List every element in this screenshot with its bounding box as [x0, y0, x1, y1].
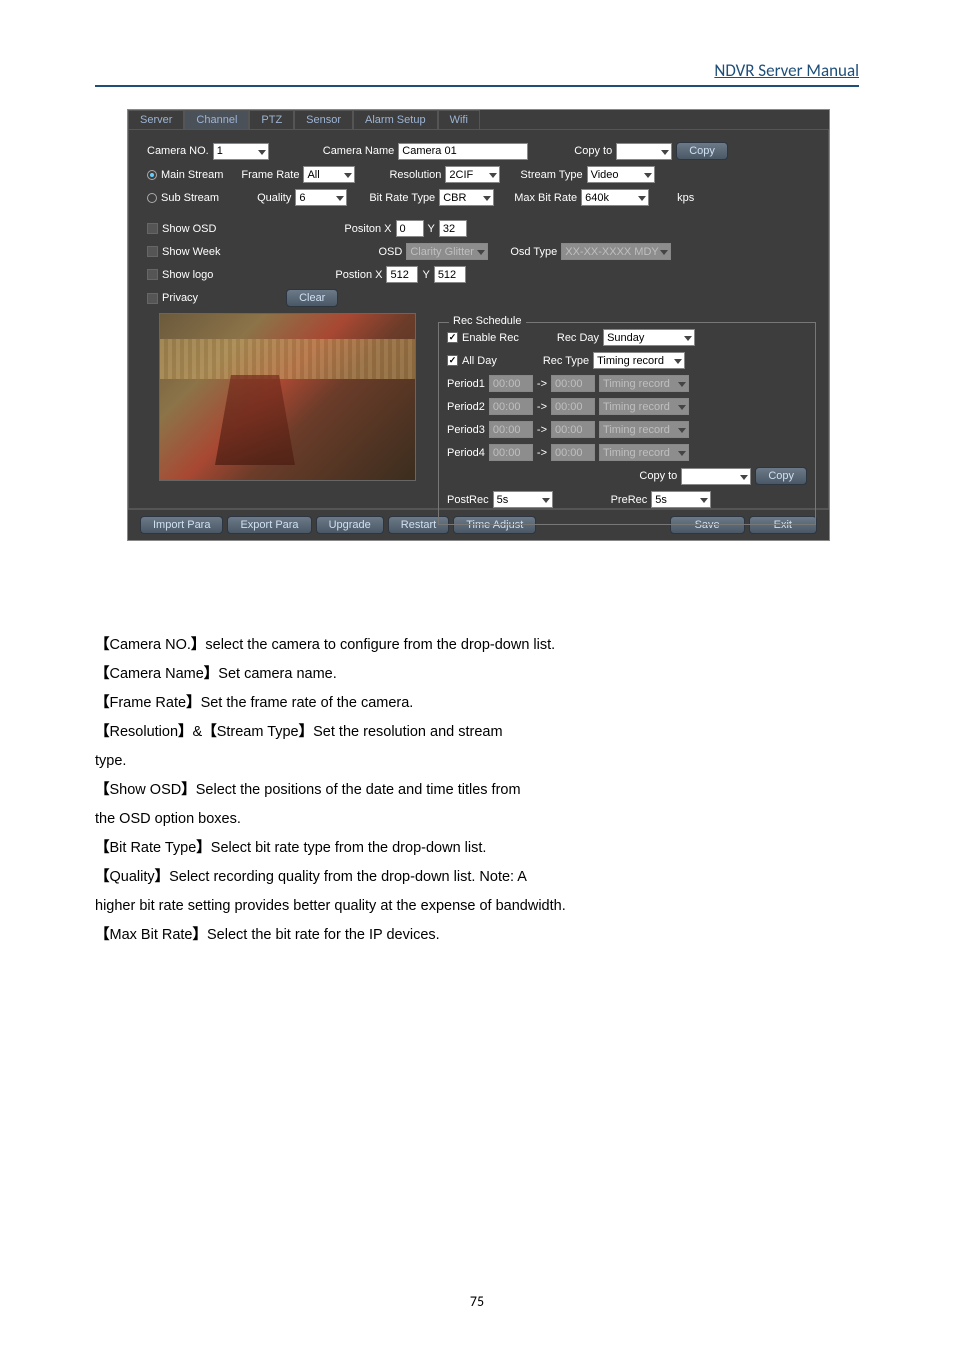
all-day-label: All Day	[462, 355, 497, 367]
camera-name-input[interactable]: Camera 01	[398, 143, 528, 160]
tab-channel[interactable]: Channel	[184, 110, 249, 130]
period2-start[interactable]: 00:00	[489, 398, 533, 415]
rec-type-select[interactable]: Timing record	[593, 352, 685, 369]
sub-stream-label: Sub Stream	[161, 192, 219, 204]
stream-type-select[interactable]: Video	[587, 166, 655, 183]
rec-day-label: Rec Day	[557, 332, 599, 344]
show-osd-label: Show OSD	[162, 223, 216, 235]
resolution-label: Resolution	[389, 169, 441, 181]
stream-type-label: Stream Type	[520, 169, 582, 181]
tab-ptz[interactable]: PTZ	[249, 110, 294, 130]
clear-button[interactable]: Clear	[286, 289, 338, 307]
show-logo-checkbox[interactable]	[147, 269, 158, 280]
copy-to-select[interactable]	[616, 143, 672, 160]
period3-type[interactable]: Timing record	[599, 421, 689, 438]
frame-rate-label: Frame Rate	[241, 169, 299, 181]
position-x2-label: Postion X	[335, 269, 382, 281]
enable-rec-label: Enable Rec	[462, 332, 519, 344]
sub-stream-radio[interactable]	[147, 193, 157, 203]
privacy-checkbox[interactable]	[147, 293, 158, 304]
period3-end[interactable]: 00:00	[551, 421, 595, 438]
period3-start[interactable]: 00:00	[489, 421, 533, 438]
osd-type-select[interactable]: XX-XX-XXXX MDY	[561, 243, 671, 260]
prerec-label: PreRec	[611, 494, 648, 506]
osd-pos-x-input[interactable]: 0	[396, 220, 424, 237]
rec-schedule-fieldset: Rec Schedule Enable Rec Rec Day Sunday A…	[438, 322, 816, 525]
period4-end[interactable]: 00:00	[551, 444, 595, 461]
osd-type-label: Osd Type	[510, 246, 557, 258]
quality-label: Quality	[257, 192, 291, 204]
copy-button[interactable]: Copy	[676, 142, 728, 160]
bitrate-type-select[interactable]: CBR	[439, 189, 494, 206]
page-number: 75	[0, 1293, 954, 1310]
max-bitrate-select[interactable]: 640k	[581, 189, 649, 206]
tab-wifi[interactable]: Wifi	[438, 110, 480, 130]
y-label: Y	[428, 223, 435, 235]
bitrate-type-label: Bit Rate Type	[369, 192, 435, 204]
period1-start[interactable]: 00:00	[489, 375, 533, 392]
camera-preview	[159, 313, 416, 481]
camera-name-label: Camera Name	[323, 145, 395, 157]
period4-type[interactable]: Timing record	[599, 444, 689, 461]
tab-alarm-setup[interactable]: Alarm Setup	[353, 110, 438, 130]
period1-type[interactable]: Timing record	[599, 375, 689, 392]
rec-copy-to-select[interactable]	[681, 468, 751, 485]
enable-rec-checkbox[interactable]	[447, 332, 458, 343]
channel-config-window: Server Channel PTZ Sensor Alarm Setup Wi…	[127, 109, 830, 541]
privacy-label: Privacy	[162, 292, 198, 304]
export-para-button[interactable]: Export Para	[227, 516, 311, 534]
show-logo-label: Show logo	[162, 269, 213, 281]
period1-label: Period1	[447, 378, 485, 390]
main-stream-radio[interactable]	[147, 170, 157, 180]
doc-header: NDVR Server Manual	[95, 60, 859, 87]
tab-bar: Server Channel PTZ Sensor Alarm Setup Wi…	[128, 110, 829, 130]
quality-select[interactable]: 6	[295, 189, 347, 206]
period3-label: Period3	[447, 424, 485, 436]
period2-type[interactable]: Timing record	[599, 398, 689, 415]
postrec-label: PostRec	[447, 494, 489, 506]
camera-no-select[interactable]: 1	[213, 143, 269, 160]
rec-day-select[interactable]: Sunday	[603, 329, 695, 346]
show-week-label: Show Week	[162, 246, 221, 258]
osd-style-select[interactable]: Clarity Glitter	[406, 243, 488, 260]
osd-label: OSD	[379, 246, 403, 258]
period4-start[interactable]: 00:00	[489, 444, 533, 461]
period4-label: Period4	[447, 447, 485, 459]
rec-type-label: Rec Type	[543, 355, 589, 367]
postrec-select[interactable]: 5s	[493, 491, 553, 508]
tab-sensor[interactable]: Sensor	[294, 110, 353, 130]
resolution-select[interactable]: 2CIF	[445, 166, 500, 183]
upgrade-button[interactable]: Upgrade	[316, 516, 384, 534]
show-week-checkbox[interactable]	[147, 246, 158, 257]
copy-to-label: Copy to	[574, 145, 612, 157]
all-day-checkbox[interactable]	[447, 355, 458, 366]
logo-pos-y-input[interactable]: 512	[434, 266, 466, 283]
frame-rate-select[interactable]: All	[303, 166, 355, 183]
y2-label: Y	[422, 269, 429, 281]
period2-label: Period2	[447, 401, 485, 413]
rec-schedule-legend: Rec Schedule	[449, 315, 526, 327]
period1-end[interactable]: 00:00	[551, 375, 595, 392]
prerec-select[interactable]: 5s	[651, 491, 711, 508]
tab-server[interactable]: Server	[128, 110, 184, 130]
show-osd-checkbox[interactable]	[147, 223, 158, 234]
period2-end[interactable]: 00:00	[551, 398, 595, 415]
rec-copy-button[interactable]: Copy	[755, 467, 807, 485]
camera-no-label: Camera NO.	[147, 145, 209, 157]
logo-pos-x-input[interactable]: 512	[386, 266, 418, 283]
kps-label: kps	[677, 192, 694, 204]
position-x-label: Positon X	[344, 223, 391, 235]
max-bitrate-label: Max Bit Rate	[514, 192, 577, 204]
osd-pos-y-input[interactable]: 32	[439, 220, 467, 237]
rec-copy-to-label: Copy to	[639, 470, 677, 482]
description-text: 【Camera NO.】select the camera to configu…	[95, 631, 859, 950]
main-stream-label: Main Stream	[161, 169, 223, 181]
import-para-button[interactable]: Import Para	[140, 516, 223, 534]
